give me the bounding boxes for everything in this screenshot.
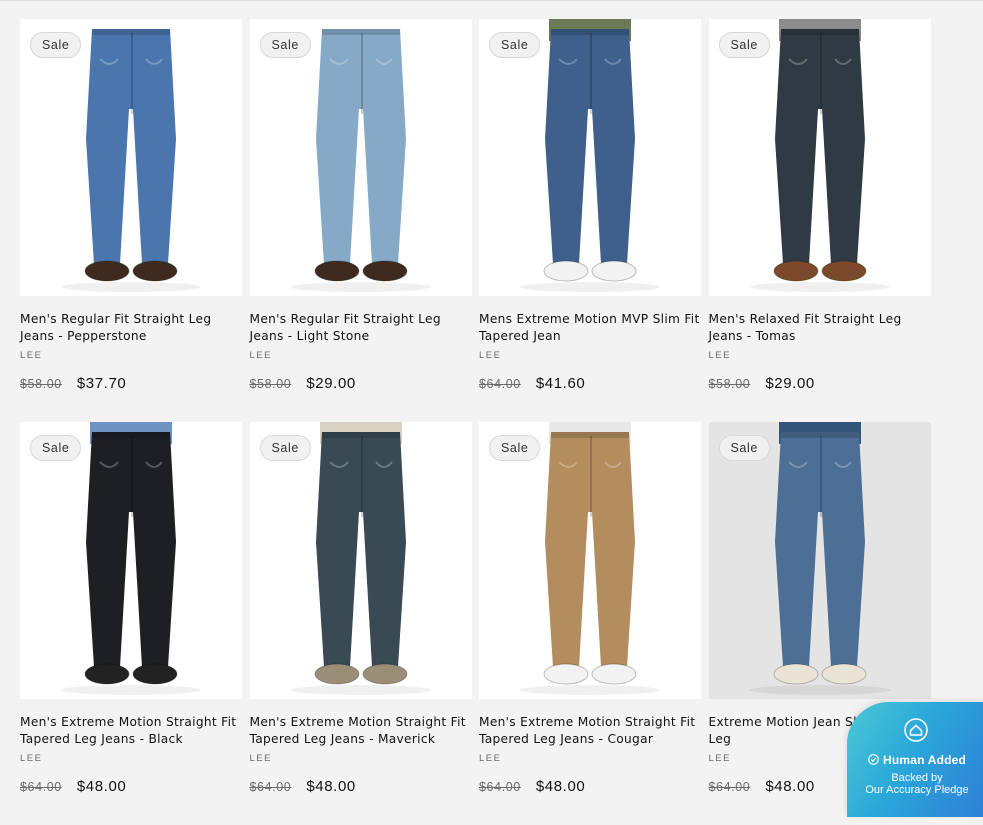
product-image[interactable]: Sale bbox=[479, 422, 701, 699]
product-card[interactable]: Sale Men's Extreme Motion Straight Fit T… bbox=[479, 422, 701, 825]
compare-at-price: $64.00 bbox=[708, 780, 751, 794]
price-row: $64.00 $48.00 bbox=[20, 778, 242, 795]
compare-at-price: $64.00 bbox=[20, 780, 62, 794]
product-card[interactable]: Sale Men's Relaxed Fit Straight Leg Jean… bbox=[708, 19, 931, 422]
compare-at-price: $64.00 bbox=[249, 780, 292, 794]
price-row: $58.00 $29.00 bbox=[250, 375, 472, 392]
sale-price: $48.00 bbox=[535, 778, 586, 795]
sale-badge: Sale bbox=[489, 435, 541, 461]
pledge-line2: Backed by bbox=[891, 772, 943, 784]
product-image[interactable]: Sale bbox=[20, 422, 242, 699]
pledge-line3: Our Accuracy Pledge bbox=[865, 784, 969, 796]
product-title[interactable]: Men's Regular Fit Straight Leg Jeans - L… bbox=[250, 311, 472, 345]
product-card[interactable]: Sale Men's Regular Fit Straight Leg Jean… bbox=[249, 19, 472, 422]
sale-price: $48.00 bbox=[306, 778, 356, 795]
sale-price: $37.70 bbox=[76, 375, 127, 392]
sale-price: $29.00 bbox=[306, 375, 356, 392]
product-card[interactable]: Sale Men's Extreme Motion Straight Fit T… bbox=[20, 422, 242, 825]
pledge-subtitle: Backed by Our Accuracy Pledge bbox=[847, 772, 983, 796]
compare-at-price: $58.00 bbox=[249, 377, 292, 391]
product-image[interactable]: Sale bbox=[249, 422, 472, 699]
price-row: $58.00 $37.70 bbox=[20, 375, 242, 392]
product-card[interactable]: Sale Men's Extreme Motion Straight Fit T… bbox=[249, 422, 472, 825]
product-title[interactable]: Men's Extreme Motion Straight Fit Tapere… bbox=[20, 714, 242, 748]
price-row: $64.00 $48.00 bbox=[250, 778, 472, 795]
sale-badge: Sale bbox=[489, 32, 541, 58]
sale-badge: Sale bbox=[259, 435, 311, 461]
sale-badge: Sale bbox=[30, 32, 82, 58]
pledge-line1: Human Added bbox=[882, 753, 967, 767]
product-image-illustration bbox=[290, 422, 431, 695]
product-vendor: LEE bbox=[479, 753, 502, 764]
sale-price: $48.00 bbox=[76, 778, 127, 795]
product-image-illustration bbox=[749, 19, 890, 292]
product-vendor: LEE bbox=[708, 350, 731, 361]
compare-at-price: $58.00 bbox=[20, 377, 62, 391]
product-card[interactable]: Sale Mens Extreme Motion MVP Slim Fit Ta… bbox=[479, 19, 701, 422]
sale-badge: Sale bbox=[30, 435, 82, 461]
price-row: $58.00 $29.00 bbox=[709, 375, 931, 392]
product-image-illustration bbox=[61, 422, 201, 695]
product-vendor: LEE bbox=[249, 753, 272, 764]
product-image-illustration bbox=[520, 19, 660, 292]
price-row: $64.00 $41.60 bbox=[479, 375, 701, 392]
product-vendor: LEE bbox=[479, 350, 502, 361]
product-image-illustration bbox=[61, 19, 201, 292]
sale-badge: Sale bbox=[718, 32, 770, 58]
product-title[interactable]: Men's Extreme Motion Straight Fit Tapere… bbox=[250, 714, 472, 748]
check-circle-icon bbox=[868, 754, 879, 765]
product-title[interactable]: Men's Extreme Motion Straight Fit Tapere… bbox=[479, 714, 701, 748]
product-card[interactable]: Sale Men's Regular Fit Straight Leg Jean… bbox=[20, 19, 242, 422]
product-image[interactable]: Sale bbox=[479, 19, 701, 296]
sale-price: $41.60 bbox=[535, 375, 586, 392]
sale-price: $29.00 bbox=[765, 375, 815, 392]
product-image-illustration bbox=[749, 422, 890, 695]
accuracy-pledge-badge[interactable]: Human Added Backed by Our Accuracy Pledg… bbox=[847, 702, 983, 817]
product-vendor: LEE bbox=[20, 753, 43, 764]
product-vendor: LEE bbox=[249, 350, 272, 361]
sale-badge: Sale bbox=[718, 435, 770, 461]
pledge-title: Human Added bbox=[847, 753, 983, 767]
product-title[interactable]: Men's Regular Fit Straight Leg Jeans - P… bbox=[20, 311, 242, 345]
product-image-illustration bbox=[290, 19, 431, 292]
product-image[interactable]: Sale bbox=[20, 19, 242, 296]
product-vendor: LEE bbox=[20, 350, 43, 361]
product-title[interactable]: Men's Relaxed Fit Straight Leg Jeans - T… bbox=[709, 311, 931, 345]
product-image[interactable]: Sale bbox=[708, 422, 931, 699]
product-grid: Sale Men's Regular Fit Straight Leg Jean… bbox=[20, 19, 931, 825]
top-divider bbox=[0, 0, 983, 1]
product-title[interactable]: Mens Extreme Motion MVP Slim Fit Tapered… bbox=[479, 311, 701, 345]
product-image-illustration bbox=[520, 422, 660, 695]
compare-at-price: $58.00 bbox=[708, 377, 751, 391]
product-image[interactable]: Sale bbox=[249, 19, 472, 296]
product-image[interactable]: Sale bbox=[708, 19, 931, 296]
compare-at-price: $64.00 bbox=[479, 780, 521, 794]
house-check-icon bbox=[904, 718, 928, 742]
sale-price: $48.00 bbox=[765, 778, 815, 795]
sale-badge: Sale bbox=[259, 32, 311, 58]
compare-at-price: $64.00 bbox=[479, 377, 521, 391]
price-row: $64.00 $48.00 bbox=[479, 778, 701, 795]
